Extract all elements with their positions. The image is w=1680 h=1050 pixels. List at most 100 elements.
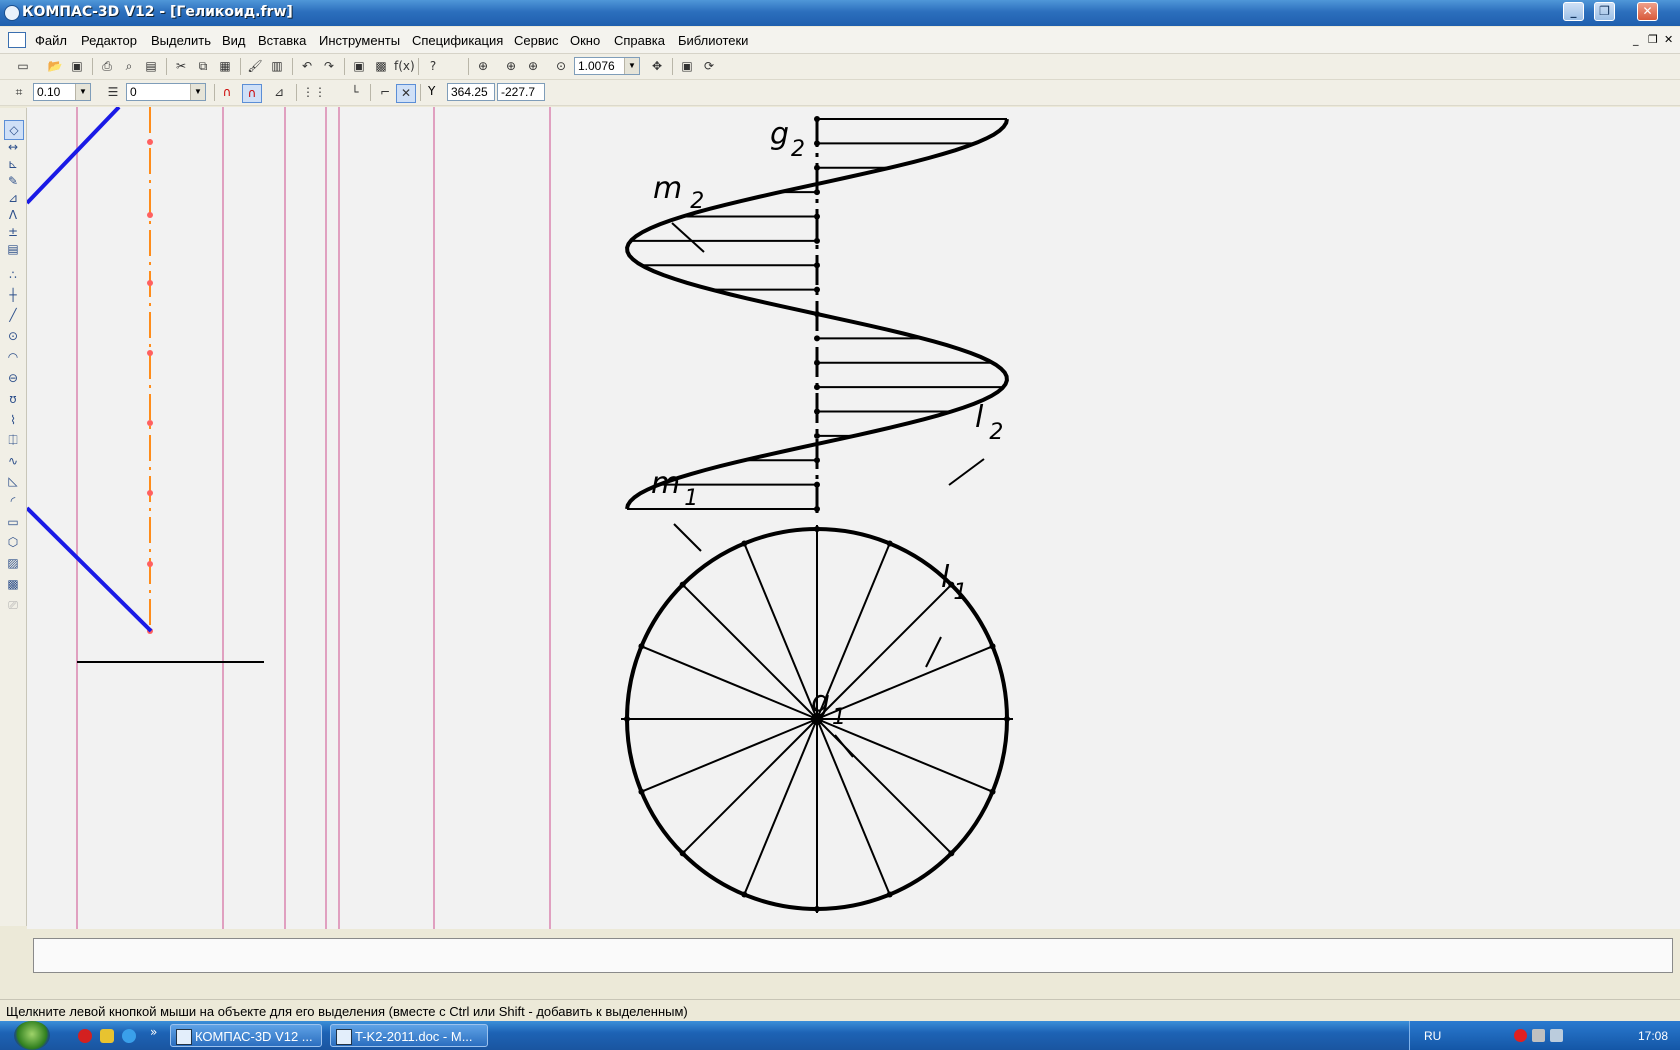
spline-icon[interactable]: ʊ	[4, 390, 22, 408]
zoom-window-icon[interactable]: ⊕	[502, 58, 520, 75]
menu-help[interactable]: Справка	[614, 33, 665, 48]
manager-icon[interactable]: ▣	[350, 58, 368, 75]
mdi-restore-button[interactable]: ❐	[1648, 33, 1658, 46]
arc-icon[interactable]: ◠	[4, 348, 22, 366]
open-folder-icon[interactable]: 📂	[46, 58, 64, 75]
coord-x-field[interactable]: 364.25	[447, 83, 495, 101]
geometry-tools-icon[interactable]: ◇	[4, 120, 24, 140]
new-document-icon[interactable]: ▭	[14, 58, 32, 75]
menu-editor[interactable]: Редактор	[81, 33, 137, 48]
paste-icon[interactable]: ▦	[216, 58, 234, 75]
function-icon[interactable]: f(x)	[394, 58, 415, 75]
layers-icon[interactable]: ☰	[104, 84, 122, 101]
menu-select[interactable]: Выделить	[151, 33, 211, 48]
regenerate-icon[interactable]: ▣	[678, 58, 696, 75]
opera-icon[interactable]	[78, 1029, 92, 1043]
symbols-icon[interactable]: ⊾	[4, 155, 22, 173]
save-icon[interactable]: ▣	[68, 58, 86, 75]
print-icon[interactable]: ⎙	[98, 58, 116, 75]
table-icon[interactable]: ▥	[268, 58, 286, 75]
hatch-icon[interactable]: ▨	[4, 554, 22, 572]
refresh-icon[interactable]: ⟳	[700, 58, 718, 75]
mdi-close-button[interactable]: ✕	[1664, 33, 1673, 46]
language-indicator[interactable]: RU	[1424, 1029, 1441, 1043]
local-cs-icon[interactable]: └	[346, 84, 364, 101]
fill-icon[interactable]: ▩	[4, 575, 22, 593]
menu-view[interactable]: Вид	[222, 33, 246, 48]
polyline-icon[interactable]: ⌇	[4, 411, 22, 429]
quicklaunch-more[interactable]: »	[150, 1025, 157, 1039]
help-cursor-icon[interactable]: ?	[424, 58, 442, 75]
snap-on-icon[interactable]: ∩	[242, 84, 262, 103]
layer-field[interactable]: 0 ▼	[126, 83, 206, 101]
dimensions-icon[interactable]: ↔	[4, 138, 22, 156]
leader-m1	[673, 523, 702, 552]
taskbar-item-word[interactable]: T-K2-2011.doc - M...	[330, 1024, 488, 1047]
copy-icon[interactable]: ⧉	[194, 58, 212, 75]
circle-icon[interactable]: ⊙	[4, 327, 22, 345]
chamfer-icon[interactable]: ◺	[4, 472, 22, 490]
point-icon[interactable]: ∴	[4, 266, 22, 284]
app-quicklaunch-icon[interactable]	[100, 1029, 114, 1043]
step-field[interactable]: 0.10 ▼	[33, 83, 91, 101]
polygon-icon[interactable]: ⬡	[4, 533, 22, 551]
step-icon[interactable]: ⌗	[10, 84, 28, 101]
menu-tools[interactable]: Инструменты	[319, 33, 400, 48]
zoom-in-icon[interactable]: ⊕	[524, 58, 542, 75]
parametric-icon[interactable]: ✕	[396, 84, 416, 103]
undo-icon[interactable]: ↶	[298, 58, 316, 75]
drawing-canvas[interactable]: g2 m2 l2 m1 l1 g1	[27, 107, 1680, 929]
snap-off-icon[interactable]: ∩	[218, 84, 236, 101]
print-preview-icon[interactable]: ⌕	[120, 58, 138, 75]
command-properties-box[interactable]	[33, 938, 1673, 973]
maximize-button[interactable]: ❐	[1594, 2, 1615, 21]
selection-icon[interactable]: ±	[4, 223, 22, 241]
ortho-icon[interactable]: ⊿	[270, 84, 288, 101]
parameterization-icon[interactable]: ⊿	[4, 189, 22, 207]
zoom-scale-icon[interactable]: ⊙	[552, 58, 570, 75]
grid-icon[interactable]: ⋮⋮	[302, 84, 326, 101]
contour-icon[interactable]: ⎅	[4, 431, 22, 449]
document-icon[interactable]	[8, 32, 26, 48]
minimize-button[interactable]: _	[1563, 2, 1584, 21]
variables-icon[interactable]: ▩	[372, 58, 390, 75]
mdi-minimize-button[interactable]: _	[1633, 33, 1639, 46]
chevron-down-icon[interactable]: ▼	[624, 58, 639, 74]
network-icon[interactable]	[1532, 1029, 1545, 1042]
menu-file[interactable]: Файл	[35, 33, 67, 48]
rectangle-icon[interactable]: ▭	[4, 513, 22, 531]
close-button[interactable]: ✕	[1637, 2, 1658, 21]
pan-icon[interactable]: ✥	[648, 58, 666, 75]
zoom-all-icon[interactable]: ⊕	[474, 58, 492, 75]
edit-icon[interactable]: ✎	[4, 172, 22, 190]
circle-node	[679, 581, 686, 588]
cut-icon[interactable]: ✂	[172, 58, 190, 75]
zoom-field[interactable]: 1.0076 ▼	[574, 57, 640, 75]
segment-icon[interactable]: ╱	[4, 306, 22, 324]
menu-specification[interactable]: Спецификация	[412, 33, 503, 48]
chevron-down-icon[interactable]: ▼	[75, 84, 90, 100]
volume-icon[interactable]	[1550, 1029, 1563, 1042]
fillet-icon[interactable]: ◜	[4, 492, 22, 510]
chevron-down-icon[interactable]: ▼	[190, 84, 205, 100]
menu-insert[interactable]: Вставка	[258, 33, 306, 48]
menu-libraries[interactable]: Библиотеки	[678, 33, 748, 48]
menu-window[interactable]: Окно	[570, 33, 600, 48]
circle-node	[814, 526, 820, 532]
ellipse-icon[interactable]: ⊖	[4, 369, 22, 387]
taskbar-item-kompas[interactable]: КОМПАС-3D V12 ...	[170, 1024, 322, 1047]
auxiliary-line-icon[interactable]: ┼	[4, 286, 22, 304]
round-icon[interactable]: ⌐	[376, 84, 394, 101]
menu-service[interactable]: Сервис	[514, 33, 559, 48]
redo-icon[interactable]: ↷	[320, 58, 338, 75]
curve-icon[interactable]: ∿	[4, 452, 22, 470]
format-brush-icon[interactable]: 🖌	[246, 58, 264, 75]
start-button[interactable]	[14, 1021, 50, 1050]
ie-icon[interactable]	[122, 1029, 136, 1043]
coord-y-field[interactable]: -227.7	[497, 83, 545, 101]
coord-y-value: -227.7	[501, 85, 536, 99]
measure-icon[interactable]: Λ	[4, 206, 22, 224]
antivirus-icon[interactable]	[1514, 1029, 1527, 1042]
report-icon[interactable]: ▤	[4, 240, 22, 258]
properties-icon[interactable]: ▤	[142, 58, 160, 75]
